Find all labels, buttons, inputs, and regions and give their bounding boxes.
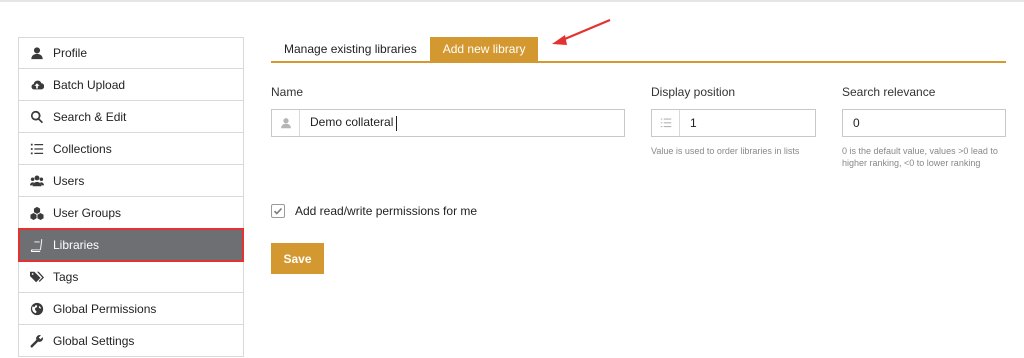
display-position-help: Value is used to order libraries in list… <box>651 146 800 156</box>
sidebar-item-label: Search & Edit <box>53 109 127 124</box>
sidebar-item-collections[interactable]: Collections <box>18 133 244 165</box>
cubes-icon <box>29 205 45 221</box>
sidebar-item-libraries[interactable]: Libraries <box>18 228 244 262</box>
sidebar-item-search-edit[interactable]: Search & Edit <box>18 101 244 133</box>
text-caret <box>396 115 398 131</box>
globe-icon <box>29 301 45 317</box>
cloud-upload-icon <box>29 77 45 93</box>
list-icon <box>29 141 45 157</box>
sidebar-item-label: Users <box>53 173 85 188</box>
checkmark-icon <box>273 207 283 215</box>
book-icon <box>29 237 45 253</box>
sidebar-item-global-permissions[interactable]: Global Permissions <box>18 293 244 325</box>
user-icon <box>29 45 45 61</box>
sidebar-item-label: Libraries <box>53 238 100 252</box>
tags-icon <box>29 269 45 285</box>
sidebar: Profile Batch Upload Search & Edit Colle… <box>18 37 244 357</box>
permissions-label: Add read/write permissions for me <box>295 204 478 218</box>
sidebar-item-global-settings[interactable]: Global Settings <box>18 325 244 357</box>
sidebar-item-tags[interactable]: Tags <box>18 261 244 293</box>
search-icon <box>29 109 45 125</box>
search-relevance-help: 0 is the default value, values >0 lead t… <box>842 146 998 168</box>
sidebar-item-label: Collections <box>53 141 112 156</box>
search-relevance-label: Search relevance <box>842 85 936 99</box>
sidebar-item-label: User Groups <box>53 205 122 220</box>
sidebar-item-label: Batch Upload <box>53 77 126 92</box>
sidebar-item-profile[interactable]: Profile <box>18 37 244 69</box>
sidebar-item-label: Global Settings <box>53 333 135 348</box>
top-divider <box>0 0 1024 2</box>
user-icon <box>272 110 300 136</box>
save-button[interactable]: Save <box>271 243 324 274</box>
tab-manage-existing-libraries[interactable]: Manage existing libraries <box>271 37 430 61</box>
sidebar-item-user-groups[interactable]: User Groups <box>18 197 244 229</box>
tab-bar: Manage existing libraries Add new librar… <box>271 37 1006 63</box>
sidebar-item-label: Profile <box>53 46 88 60</box>
sidebar-item-label: Tags <box>53 269 79 284</box>
wrench-icon <box>29 333 45 349</box>
display-position-value: 1 <box>690 116 697 130</box>
annotation-arrow <box>552 18 611 45</box>
permissions-checkbox[interactable] <box>271 204 285 218</box>
tab-add-new-library[interactable]: Add new library <box>429 37 539 61</box>
search-relevance-value: 0 <box>853 116 860 130</box>
search-relevance-field[interactable]: 0 <box>842 109 1006 137</box>
name-label: Name <box>271 85 304 99</box>
name-value: Demo collateral <box>300 115 398 131</box>
display-position-label: Display position <box>651 85 736 99</box>
ordered-list-icon <box>652 110 680 136</box>
users-icon <box>29 173 45 189</box>
name-field[interactable]: Demo collateral <box>271 109 625 137</box>
display-position-field[interactable]: 1 <box>651 109 816 137</box>
sidebar-item-label: Global Permissions <box>53 301 157 316</box>
sidebar-item-batch-upload[interactable]: Batch Upload <box>18 69 244 101</box>
sidebar-item-users[interactable]: Users <box>18 165 244 197</box>
